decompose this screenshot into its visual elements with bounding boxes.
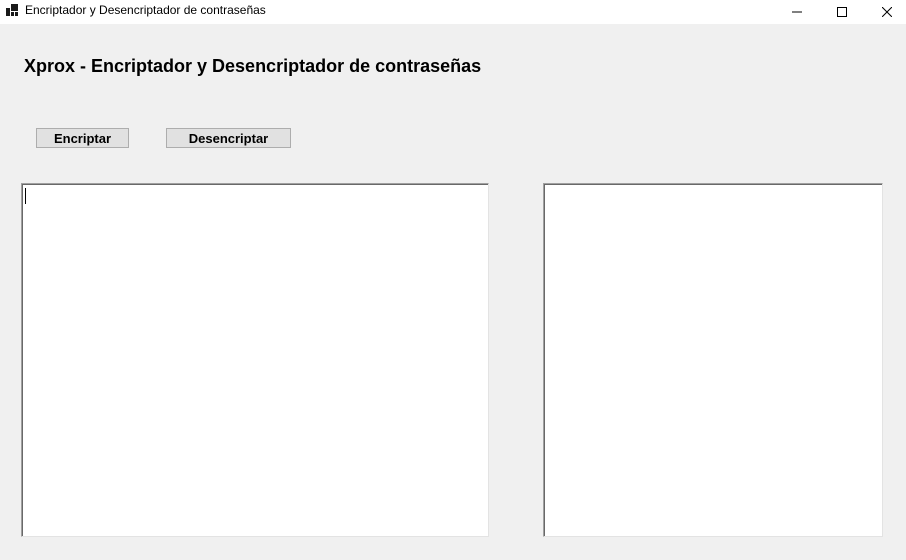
- title-bar[interactable]: Encriptador y Desencriptador de contrase…: [0, 0, 906, 24]
- maximize-button[interactable]: [819, 0, 864, 24]
- minimize-icon: [791, 11, 802, 13]
- form-title: Xprox - Encriptador y Desencriptador de …: [24, 56, 482, 76]
- decrypt-button[interactable]: Desencriptar: [166, 128, 291, 148]
- input-textbox[interactable]: [21, 183, 489, 537]
- close-icon: [881, 7, 892, 17]
- close-button[interactable]: [864, 0, 906, 24]
- minimize-button[interactable]: [774, 0, 819, 24]
- output-textbox[interactable]: [543, 183, 883, 537]
- encrypt-button[interactable]: Encriptar: [36, 128, 129, 148]
- window-title: Encriptador y Desencriptador de contrase…: [25, 3, 266, 17]
- app-window: Encriptador y Desencriptador de contrase…: [0, 0, 906, 560]
- text-caret: [25, 188, 26, 204]
- app-icon: [6, 4, 18, 16]
- maximize-icon: [836, 7, 847, 17]
